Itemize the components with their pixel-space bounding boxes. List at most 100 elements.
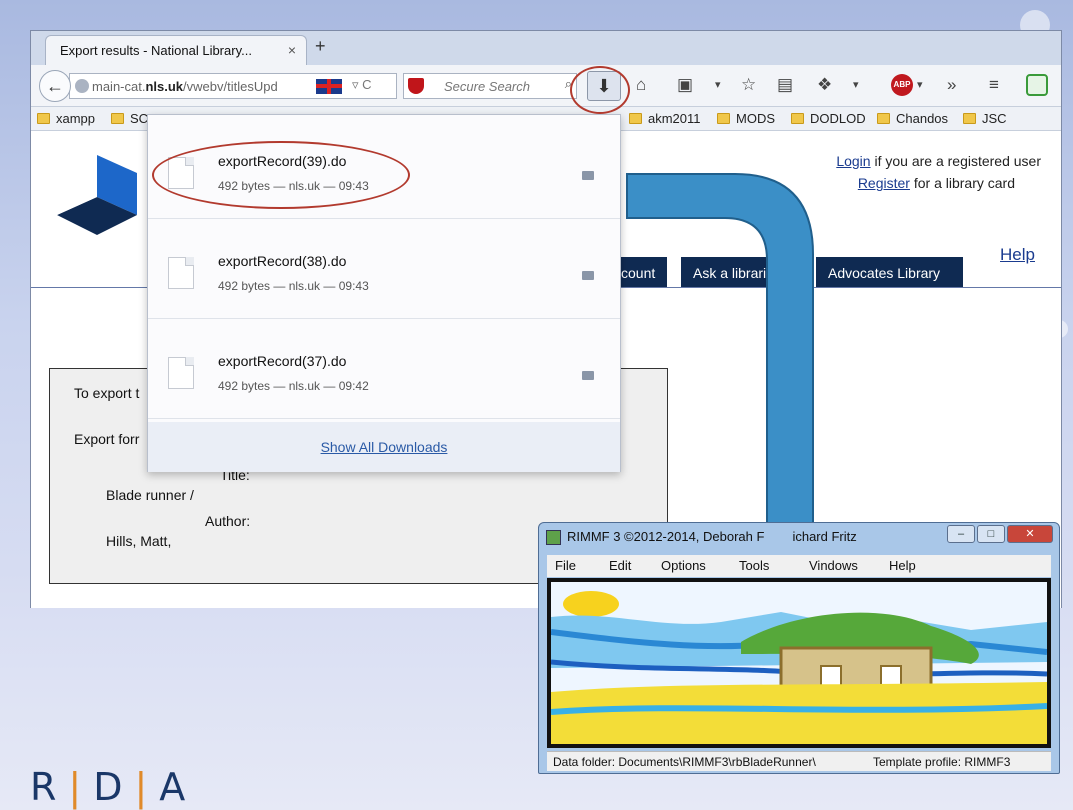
nav-tab-advocates-library[interactable]: Advocates Library: [816, 257, 963, 287]
green-extension-icon[interactable]: [1026, 74, 1048, 96]
rimmf-splash-image: [547, 578, 1051, 748]
show-all-downloads-label: Show All Downloads: [320, 439, 448, 455]
rda-letter-d: D: [93, 765, 135, 809]
folder-icon: [629, 113, 642, 124]
tab-strip: Export results - National Library... × +: [31, 31, 1061, 65]
open-folder-icon[interactable]: [582, 371, 594, 380]
rda-letter-r: R: [30, 765, 69, 809]
bookmark-label: MODS: [736, 111, 775, 126]
nav-bar: main-cat.nls.uk/vwebv/titlesUpd ▿ C ← Se…: [31, 65, 1061, 107]
url-bar[interactable]: main-cat.nls.uk/vwebv/titlesUpd ▿ C: [69, 73, 397, 99]
open-folder-icon[interactable]: [582, 271, 594, 280]
rda-logo: R|D|A: [30, 765, 197, 809]
login-text: if you are a registered user: [870, 153, 1041, 169]
rda-separator: |: [134, 765, 160, 809]
new-tab-button[interactable]: +: [315, 36, 326, 57]
minimize-button[interactable]: –: [947, 525, 975, 543]
search-input[interactable]: Secure Search ⌕: [403, 73, 577, 99]
menu-file[interactable]: File: [555, 558, 576, 573]
annotation-ellipse-latest-download: [152, 141, 410, 209]
open-folder-icon[interactable]: [582, 171, 594, 180]
menu-windows[interactable]: Vindows: [809, 558, 858, 573]
folder-icon: [791, 113, 804, 124]
home-icon[interactable]: ⌂: [636, 75, 646, 95]
bookmark-item[interactable]: Chandos: [877, 111, 948, 126]
search-placeholder: Secure Search: [444, 79, 530, 94]
download-meta: 492 bytes — nls.uk — 09:42: [218, 379, 369, 393]
menu-tools[interactable]: Tools: [739, 558, 769, 573]
dropdown-icon[interactable]: ▾: [853, 78, 859, 91]
rda-separator: |: [68, 765, 94, 809]
rimmf-window: RIMMF 3 ©2012-2014, Deborah F ichard Frit…: [538, 522, 1060, 774]
bookmark-item[interactable]: akm2011: [629, 111, 701, 126]
register-text: for a library card: [909, 175, 1015, 191]
folder-icon: [877, 113, 890, 124]
bookmark-label: xampp: [56, 111, 96, 126]
rimmf-app-icon: [546, 530, 561, 545]
folder-icon: [111, 113, 124, 124]
extension-icon[interactable]: ❖: [817, 75, 832, 95]
folder-icon: [717, 113, 730, 124]
maximize-button[interactable]: □: [977, 525, 1005, 543]
overflow-icon[interactable]: »: [947, 75, 956, 95]
rimmf-menubar: File Edit Options Tools Vindows Help: [547, 555, 1051, 577]
dropdown-icon[interactable]: ▾: [917, 78, 923, 91]
author-label: Author:: [205, 513, 251, 529]
rimmf-title: RIMMF 3 ©2012-2014, Deborah F ichard Frit…: [567, 529, 857, 544]
url-host: main-cat.: [92, 79, 146, 94]
status-template-profile: Template profile: RIMMF3: [873, 755, 1011, 769]
screenshot-icon[interactable]: ▣: [677, 75, 693, 95]
bookmark-label: JSC: [982, 111, 1007, 126]
rimmf-title-tail: ichard Fritz: [792, 529, 857, 544]
reload-icon[interactable]: ▿ C: [352, 77, 372, 93]
menu-icon[interactable]: ≡: [989, 75, 999, 95]
rimmf-title-text: RIMMF 3 ©2012-2014, Deborah F: [567, 529, 765, 544]
file-icon: [168, 357, 194, 389]
bookmark-label: DODLOD: [810, 111, 866, 126]
reading-list-icon[interactable]: ▤: [777, 75, 793, 95]
menu-options[interactable]: Options: [661, 558, 706, 573]
bookmark-label: akm2011: [648, 111, 701, 126]
bookmark-label: SC: [130, 111, 149, 126]
rda-letter-a: A: [159, 765, 198, 809]
rimmf-statusbar: Data folder: Documents\RIMMF3\rbBladeRun…: [547, 751, 1051, 771]
bookmark-item[interactable]: JSC: [963, 111, 1007, 126]
bookmark-item[interactable]: MODS: [717, 111, 775, 126]
tab-close-icon[interactable]: ×: [288, 42, 296, 58]
export-format-label: Export forr: [74, 431, 140, 447]
back-button[interactable]: ←: [39, 70, 71, 102]
bookmark-item[interactable]: DODLOD: [791, 111, 866, 126]
register-line: Register for a library card: [858, 175, 1015, 191]
uk-flag-icon: [316, 79, 342, 94]
help-link[interactable]: Help: [1000, 245, 1035, 265]
folder-icon: [37, 113, 50, 124]
url-path: /vwebv/titlesUpd: [183, 79, 278, 94]
close-button[interactable]: ✕: [1007, 525, 1053, 543]
annotation-ellipse-download-button: [570, 66, 630, 114]
bookmark-label: Chandos: [896, 111, 949, 126]
download-item[interactable]: exportRecord(38).do 492 bytes — nls.uk —…: [148, 219, 620, 319]
bookmark-item[interactable]: xampp: [37, 111, 95, 126]
status-data-folder: Data folder: Documents\RIMMF3\rbBladeRun…: [553, 755, 816, 769]
adblock-icon[interactable]: ABP: [891, 74, 913, 96]
tab-title: Export results - National Library...: [60, 43, 252, 58]
download-item[interactable]: exportRecord(37).do 492 bytes — nls.uk —…: [148, 319, 620, 419]
globe-icon: [75, 79, 89, 93]
mcafee-icon: [408, 78, 424, 94]
browser-tab[interactable]: Export results - National Library... ×: [45, 35, 307, 65]
author-value: Hills, Matt,: [106, 533, 172, 549]
export-intro: To export t: [74, 385, 140, 401]
bookmark-item[interactable]: SC: [111, 111, 148, 126]
folder-icon: [963, 113, 976, 124]
login-line: Login if you are a registered user: [836, 153, 1041, 169]
login-link[interactable]: Login: [836, 153, 870, 169]
title-value: Blade runner /: [106, 487, 194, 503]
download-filename: exportRecord(37).do: [218, 353, 347, 369]
register-link[interactable]: Register: [858, 175, 910, 191]
library-logo: [57, 155, 137, 235]
menu-help[interactable]: Help: [889, 558, 916, 573]
dropdown-icon[interactable]: ▾: [715, 78, 721, 91]
show-all-downloads[interactable]: Show All Downloads: [148, 422, 620, 472]
menu-edit[interactable]: Edit: [609, 558, 631, 573]
bookmark-star-icon[interactable]: ☆: [741, 75, 756, 95]
